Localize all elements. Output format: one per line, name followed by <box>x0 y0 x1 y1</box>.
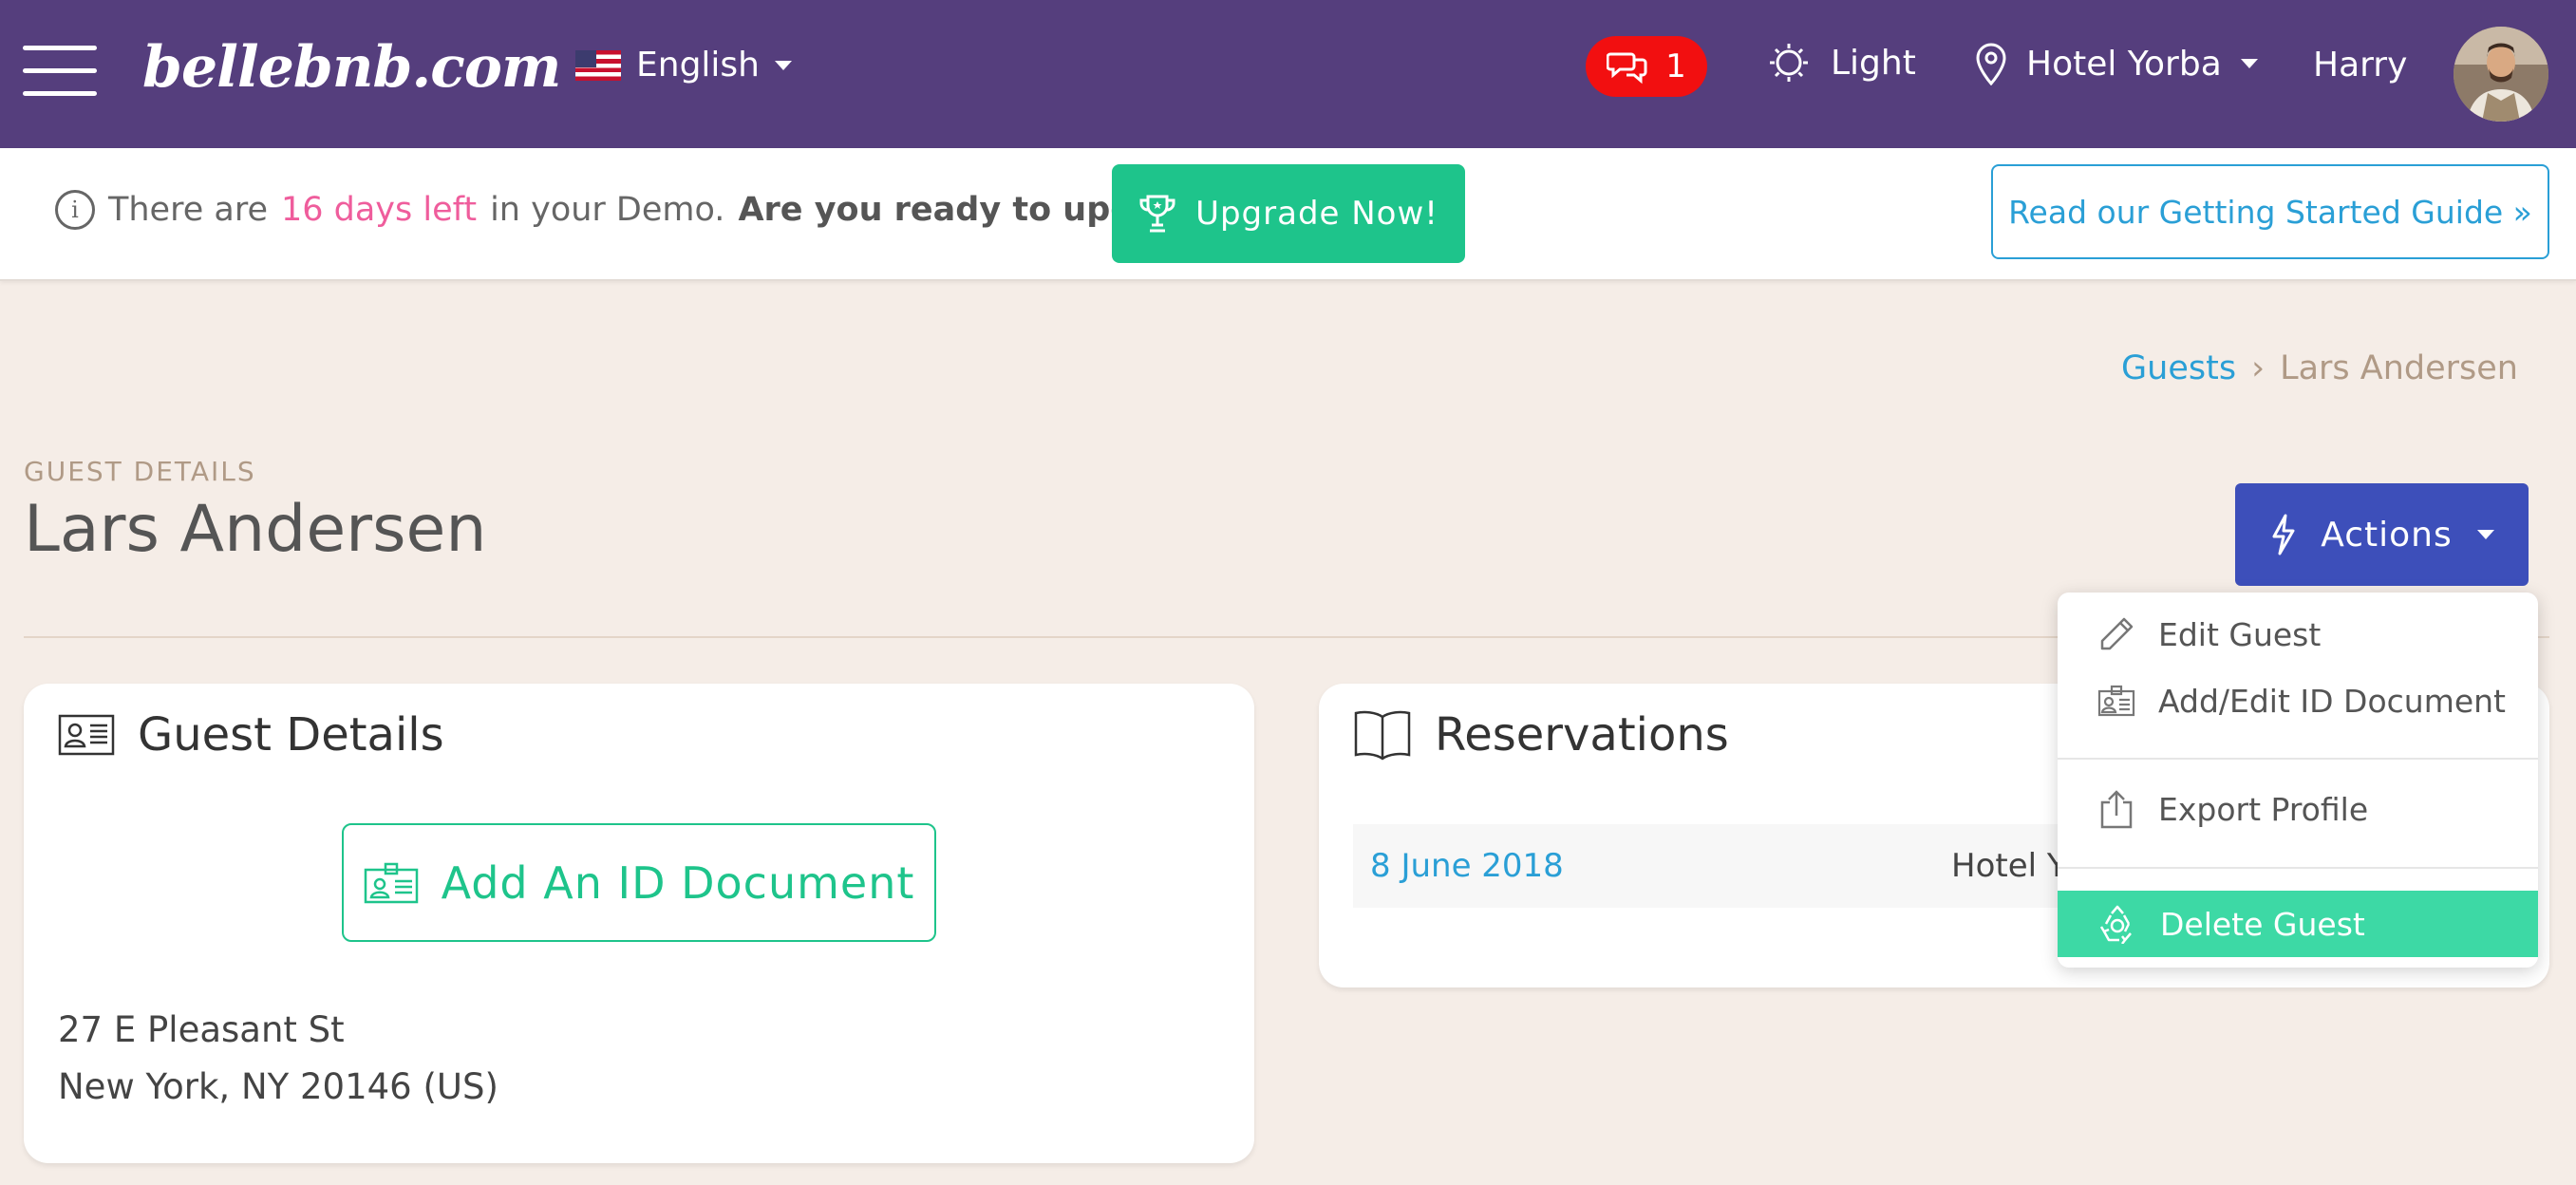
id-card-icon <box>58 714 115 756</box>
banner-text-after: in your Demo. <box>490 191 725 229</box>
breadcrumb-separator: › <box>2251 349 2266 387</box>
theme-label: Light <box>1831 43 1916 83</box>
messages-count: 1 <box>1665 47 1686 85</box>
upgrade-label: Upgrade Now! <box>1195 195 1438 233</box>
sun-icon <box>1770 44 1808 82</box>
us-flag-icon <box>575 49 621 81</box>
menu-item-label: Delete Guest <box>2160 905 2365 943</box>
page-subtitle: GUEST DETAILS <box>24 456 256 487</box>
days-left: 16 days left <box>280 191 478 229</box>
address-line1: 27 E Pleasant St <box>58 1009 345 1050</box>
recycle-icon <box>2099 905 2132 944</box>
avatar[interactable] <box>2454 27 2548 122</box>
reservations-title: Reservations <box>1435 708 1729 762</box>
getting-started-guide-button[interactable]: Read our Getting Started Guide » <box>1991 164 2549 259</box>
breadcrumb: Guests › Lars Andersen <box>2121 349 2518 387</box>
hotel-label: Hotel Yorba <box>2026 44 2222 84</box>
demo-message: i There are 16 days left in your Demo. A… <box>55 190 1238 230</box>
map-pin-icon <box>1976 43 2006 85</box>
banner-text-before: There are <box>108 191 268 229</box>
menu-item-label: Edit Guest <box>2158 615 2322 653</box>
guest-details-heading: Guest Details <box>58 708 444 762</box>
menu-item-add-edit-id-document[interactable]: Add/Edit ID Document <box>2058 668 2538 734</box>
demo-banner: i There are 16 days left in your Demo. A… <box>0 148 2576 281</box>
hamburger-menu-icon[interactable] <box>23 46 97 97</box>
menu-item-export-profile[interactable]: Export Profile <box>2058 776 2538 842</box>
menu-item-label: Add/Edit ID Document <box>2158 682 2506 720</box>
messages-button[interactable]: 1 <box>1586 36 1707 97</box>
hotel-selector[interactable]: Hotel Yorba <box>1975 42 2258 85</box>
actions-button[interactable]: Actions <box>2235 483 2529 586</box>
chat-bubbles-icon <box>1607 52 1647 85</box>
actions-dropdown-menu: Edit Guest Add/Edit ID Document Export P… <box>2058 592 2538 968</box>
add-id-document-label: Add An ID Document <box>441 856 915 909</box>
menu-divider <box>2058 758 2538 760</box>
id-card-icon <box>2097 685 2135 717</box>
lightning-icon <box>2272 514 2295 555</box>
language-label: English <box>636 46 760 85</box>
user-photo <box>2454 27 2548 122</box>
language-selector[interactable]: English <box>575 46 792 85</box>
export-icon <box>2100 790 2133 829</box>
reservation-date-link[interactable]: 8 June 2018 <box>1370 847 1564 885</box>
upgrade-now-button[interactable]: Upgrade Now! <box>1112 164 1465 263</box>
id-badge-icon <box>364 862 418 903</box>
chevron-down-icon <box>775 60 792 70</box>
chevron-down-icon <box>2240 59 2258 68</box>
theme-toggle[interactable]: Light <box>1768 42 1916 84</box>
guest-address: 27 E Pleasant St New York, NY 20146 (US) <box>58 1002 498 1116</box>
pencil-icon <box>2100 617 2134 650</box>
breadcrumb-current: Lars Andersen <box>2280 349 2518 387</box>
menu-item-label: Export Profile <box>2158 790 2369 828</box>
reservations-heading: Reservations <box>1353 708 1729 762</box>
trophy-icon <box>1139 195 1175 233</box>
menu-item-delete-guest[interactable]: Delete Guest <box>2058 891 2538 957</box>
site-logo[interactable]: bellebnb.com <box>142 34 561 101</box>
add-id-document-button[interactable]: Add An ID Document <box>342 823 936 942</box>
page-title: Lars Andersen <box>24 492 487 567</box>
breadcrumb-guests-link[interactable]: Guests <box>2121 349 2236 387</box>
book-icon <box>1354 710 1411 761</box>
top-navbar: bellebnb.com English 1 Light Hotel Yorba… <box>0 0 2576 148</box>
user-name[interactable]: Harry <box>2313 46 2407 85</box>
chevron-down-icon <box>2476 530 2494 539</box>
info-icon: i <box>55 190 95 230</box>
menu-divider <box>2058 867 2538 869</box>
actions-label: Actions <box>2321 515 2453 555</box>
menu-item-edit-guest[interactable]: Edit Guest <box>2058 601 2538 668</box>
address-line2: New York, NY 20146 (US) <box>58 1066 498 1107</box>
guest-details-title: Guest Details <box>138 708 444 762</box>
guest-details-card: Guest Details Add An ID Document 27 E Pl… <box>24 684 1254 1163</box>
